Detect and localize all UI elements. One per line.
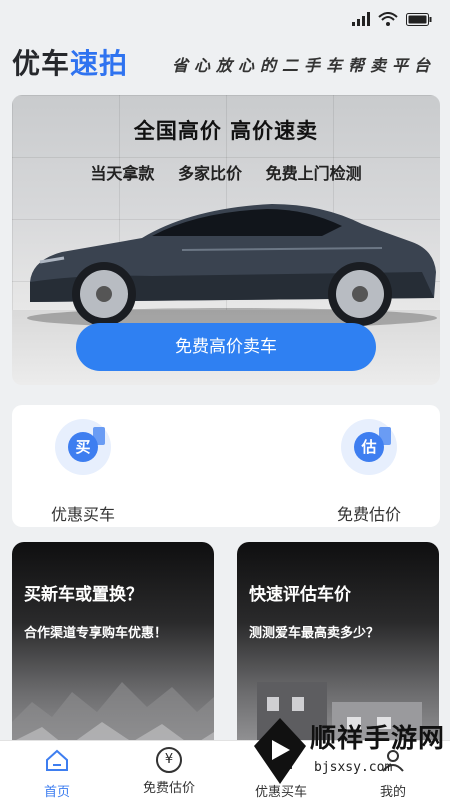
status-icons <box>352 12 432 26</box>
yen-glyph: ¥ <box>164 752 174 767</box>
home-icon <box>46 749 68 771</box>
quick-actions-panel: 买 优惠买车 估 免费估价 <box>12 405 440 527</box>
quick-action-buy-car[interactable]: 买 优惠买车 <box>18 419 148 525</box>
battery-icon <box>406 12 432 26</box>
logo-text-1: 优车 <box>12 47 71 80</box>
promo-card-new-car[interactable]: 买新车或置换？ 合作渠道专享购车优惠！ <box>12 542 214 772</box>
hero-title: 全国高价 高价速卖 <box>133 119 319 143</box>
watermark-url: bjsxsy.com <box>314 760 393 775</box>
car-image <box>27 204 437 328</box>
watermark-logo-icon <box>254 718 306 784</box>
wifi-icon <box>378 12 398 26</box>
app-logo: 优车速拍 <box>12 42 128 82</box>
estimate-icon-char: 估 <box>354 432 384 462</box>
sell-car-button[interactable]: 免费高价卖车 <box>76 323 376 371</box>
watermark-text: 顺祥手游网 <box>310 724 446 754</box>
quick-action-estimate[interactable]: 估 免费估价 <box>304 419 434 525</box>
tab-label: 首页 <box>43 785 70 800</box>
status-bar <box>0 0 450 38</box>
yen-icon: ¥ <box>156 747 182 773</box>
signal-icon <box>352 12 370 26</box>
tab-estimate[interactable]: ¥ 免费估价 <box>124 747 214 796</box>
quick-action-label: 优惠买车 <box>50 505 115 524</box>
buy-car-icon: 买 <box>55 419 111 475</box>
tab-home[interactable]: 首页 <box>12 747 102 800</box>
promo-card-title: 买新车或置换？ <box>24 585 143 605</box>
quick-action-label: 免费估价 <box>336 505 401 524</box>
app-slogan: 省心放心的二手车帮卖平台 <box>171 56 436 75</box>
app-header: 优车速拍 省心放心的二手车帮卖平台 <box>0 40 450 86</box>
tab-label: 免费估价 <box>142 781 195 796</box>
hero-banner[interactable]: 全国高价 高价速卖 当天拿款 多家比价 免费上门检测 免费高价卖车 <box>12 95 440 385</box>
logo-text-2: 速拍 <box>70 47 129 80</box>
buy-icon-char: 买 <box>68 432 98 462</box>
hero-features: 当天拿款 多家比价 免费上门检测 <box>90 164 362 183</box>
promo-card-subtitle: 测测爱车最高卖多少？ <box>249 626 380 641</box>
promo-card-title: 快速评估车价 <box>249 585 351 605</box>
site-watermark: 顺祥手游网 bjsxsy.com <box>252 712 447 800</box>
promo-card-subtitle: 合作渠道专享购车优惠！ <box>24 626 168 641</box>
estimate-icon: 估 <box>341 419 397 475</box>
